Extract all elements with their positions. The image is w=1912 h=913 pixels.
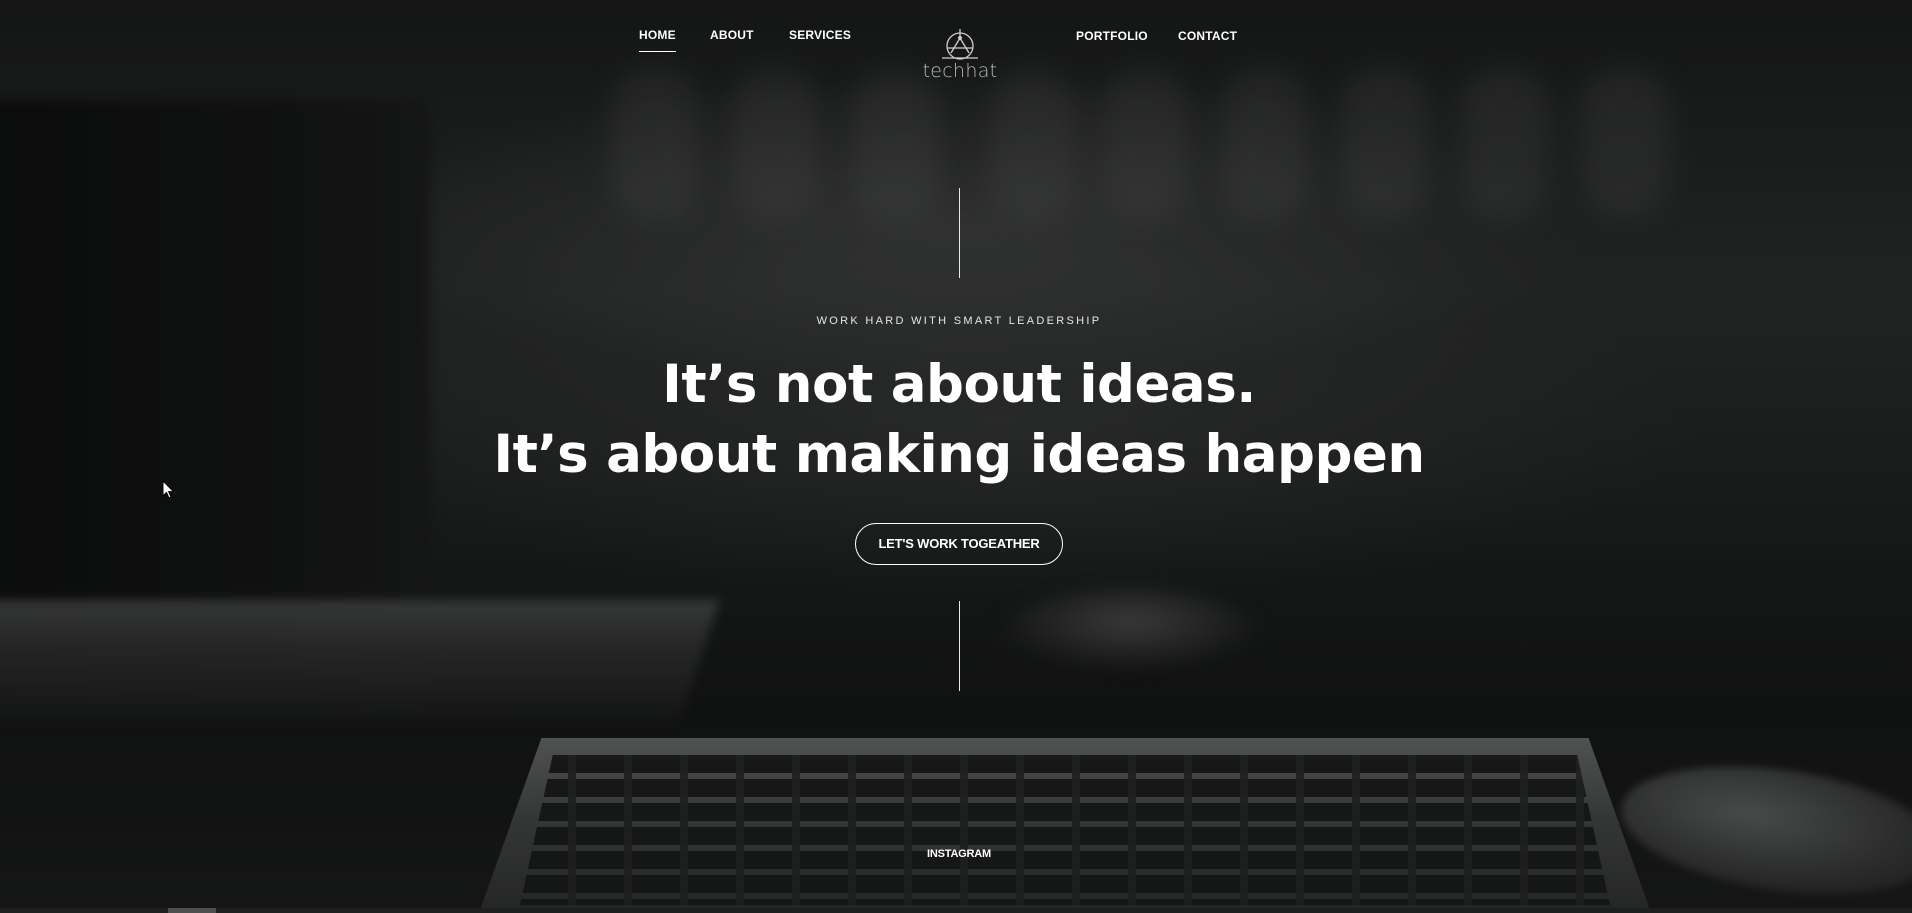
work-together-button[interactable]: LET'S WORK TOGEATHER bbox=[855, 523, 1063, 565]
instagram-link[interactable]: INSTAGRAM bbox=[0, 848, 1912, 860]
scrollbar-thumb[interactable] bbox=[168, 908, 216, 913]
logo-text: techhat bbox=[922, 60, 998, 82]
site-logo[interactable]: techhat bbox=[918, 28, 1002, 88]
hero-tagline: WORK HARD WITH SMART LEADERSHIP bbox=[816, 315, 1102, 327]
hero-divider-bottom bbox=[959, 601, 960, 691]
main-navigation: HOME ABOUT SERVICES techhat PORTFOLIO CO… bbox=[0, 0, 1912, 82]
mouse-cursor-icon bbox=[162, 480, 175, 499]
hero-divider-top bbox=[959, 188, 960, 278]
hero-headline: It’s not about ideas. It’s about making … bbox=[0, 350, 1912, 490]
nav-home-link[interactable]: HOME bbox=[639, 28, 676, 52]
hero-headline-line-2: It’s about making ideas happen bbox=[493, 424, 1425, 485]
nav-about-link[interactable]: ABOUT bbox=[710, 28, 754, 42]
nav-portfolio-link[interactable]: PORTFOLIO bbox=[1076, 29, 1148, 43]
nav-contact-link[interactable]: CONTACT bbox=[1178, 29, 1237, 43]
hero-headline-line-1: It’s not about ideas. bbox=[662, 354, 1256, 415]
logo-emblem-icon bbox=[942, 29, 978, 60]
nav-services-link[interactable]: SERVICES bbox=[789, 28, 851, 42]
horizontal-scrollbar[interactable] bbox=[0, 908, 1912, 913]
